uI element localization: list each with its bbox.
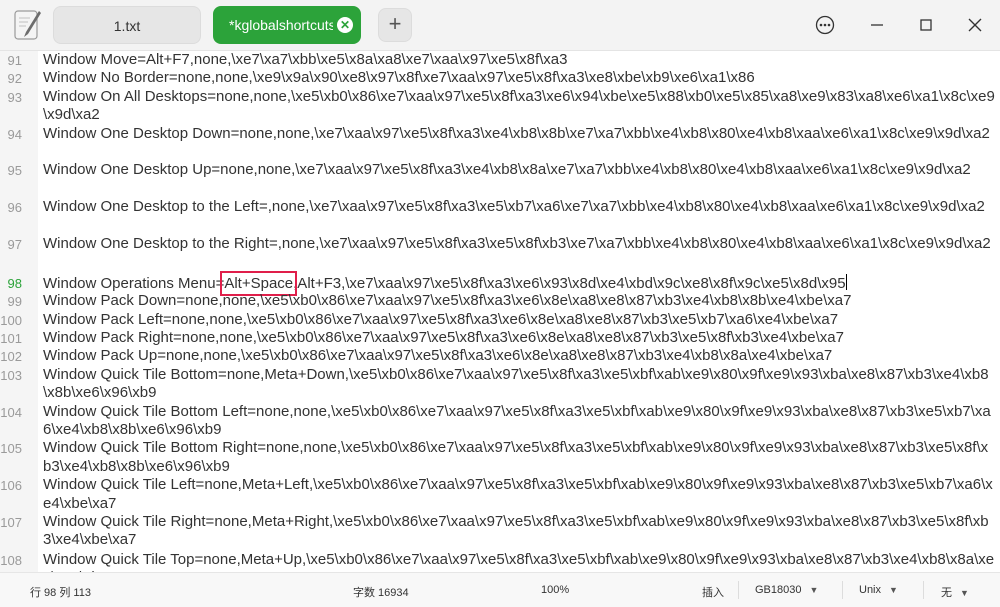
line-number: 100 — [0, 312, 22, 328]
line-text: Window One Desktop to the Left=,none,\xe… — [43, 198, 985, 216]
chevron-down-icon: ▼ — [809, 585, 819, 595]
encoding-label: GB18030 — [755, 584, 802, 596]
encoding-select[interactable]: GB18030 ▼ — [755, 584, 818, 596]
line-number: 101 — [0, 331, 22, 346]
line-number: 99 — [7, 294, 22, 310]
close-window-button[interactable] — [960, 10, 990, 40]
line-text: Window Move=Alt+F7,none,\xe7\xa7\xbb\xe5… — [43, 51, 568, 68]
line-text: Window Quick Tile Right=none,Meta+Right,… — [43, 513, 989, 549]
status-divider — [738, 581, 739, 599]
close-icon — [968, 18, 982, 32]
highlighted-shortcut: Alt+Space — [220, 270, 298, 296]
chevron-down-icon: ▼ — [889, 585, 898, 595]
line-text: Window Pack Left=none,none,\xe5\xb0\x86\… — [43, 310, 839, 328]
line-number: 107 — [0, 515, 22, 530]
menu-icon — [815, 15, 835, 35]
syntax-highlight-label: 无 — [941, 587, 952, 599]
insert-mode[interactable]: 插入 — [702, 584, 724, 600]
line-text: Window Pack Down=none,none,\xe5\xb0\x86\… — [43, 292, 852, 310]
line-number: 103 — [0, 367, 22, 383]
text-editor-area[interactable]: 91 Window Move=Alt+F7,none,\xe7\xa7\xbb\… — [0, 51, 1000, 572]
line-text: Window Quick Tile Bottom Right=none,none… — [43, 439, 989, 475]
line-ending-label: Unix — [859, 584, 882, 596]
text-cursor — [845, 273, 847, 290]
line-ending-select[interactable]: Unix ▼ — [859, 584, 898, 596]
tab-kglobalshortcuts[interactable]: *kglobalshortcuts ✕ — [213, 6, 361, 44]
line-text: Window Quick Tile Bottom=none,Meta+Down,… — [43, 365, 989, 402]
tab-label: *kglobalshortcuts — [229, 17, 333, 33]
maximize-icon — [920, 19, 932, 31]
line-text: Window Quick Tile Bottom Left=none,none,… — [43, 402, 991, 438]
status-bar: 行 98 列 113 字数 16934 100% 插入 GB18030 ▼ Uni… — [0, 572, 1000, 607]
line-text-before: Window Operations Menu= — [43, 274, 225, 292]
line-text: Window Quick Tile Top=none,Meta+Up,\xe5\… — [43, 551, 995, 572]
tab-1-txt[interactable]: 1.txt — [53, 6, 201, 44]
add-tab-button[interactable]: + — [378, 8, 412, 42]
status-divider — [842, 581, 843, 599]
line-number: 106 — [0, 478, 22, 494]
tab-label: 1.txt — [113, 18, 141, 34]
minimize-icon — [871, 24, 883, 26]
line-text: Window One Desktop Down=none,none,\xe7\x… — [43, 124, 990, 142]
line-text: Window One Desktop Up=none,none,\xe7\xaa… — [43, 161, 971, 179]
chevron-down-icon: ▼ — [960, 588, 969, 598]
maximize-button[interactable] — [911, 10, 941, 40]
main-menu-button[interactable] — [810, 10, 840, 40]
line-number: 93 — [7, 89, 22, 105]
plus-icon: + — [388, 11, 402, 36]
minimize-button[interactable] — [862, 10, 892, 40]
line-text: Window Pack Right=none,none,\xe5\xb0\x86… — [43, 329, 844, 346]
line-text: Window On All Desktops=none,none,\xe5\xb… — [43, 87, 995, 124]
character-count: 字数 16934 — [353, 587, 409, 599]
syntax-highlight-select[interactable]: 无 ▼ — [941, 584, 969, 600]
line-number: 97 — [7, 237, 22, 252]
line-number: 95 — [7, 163, 22, 179]
line-number: 104 — [0, 404, 22, 420]
line-number: 96 — [7, 200, 22, 216]
line-text: Window Pack Up=none,none,\xe5\xb0\x86\xe… — [43, 347, 833, 365]
line-number: 91 — [7, 53, 22, 68]
line-number: 105 — [0, 441, 22, 457]
line-number: 102 — [0, 349, 22, 365]
status-divider — [923, 581, 924, 599]
title-bar: 1.txt *kglobalshortcuts ✕ + — [0, 0, 1000, 51]
tab-close-icon[interactable]: ✕ — [337, 17, 353, 33]
line-text: Window Operations Menu=Alt+Space,Alt+F3,… — [43, 270, 995, 296]
line-number: 92 — [7, 71, 22, 87]
line-text: Window One Desktop to the Right=,none,\x… — [43, 235, 991, 252]
line-number: 94 — [7, 126, 22, 142]
zoom-level[interactable]: 100% — [541, 584, 569, 596]
line-text: Window No Border=none,none,\xe9\x9a\x90\… — [43, 69, 755, 87]
cursor-position: 行 98 列 113 — [30, 587, 91, 599]
line-text-after: ,Alt+F3,\xe7\xaa\x97\xe5\x8f\xa3\xe6\x93… — [293, 274, 846, 292]
line-number: 108 — [0, 553, 22, 568]
text-editor-app-icon — [10, 8, 44, 42]
line-number: 98 — [7, 275, 22, 291]
line-text: Window Quick Tile Left=none,Meta+Left,\x… — [43, 476, 993, 512]
